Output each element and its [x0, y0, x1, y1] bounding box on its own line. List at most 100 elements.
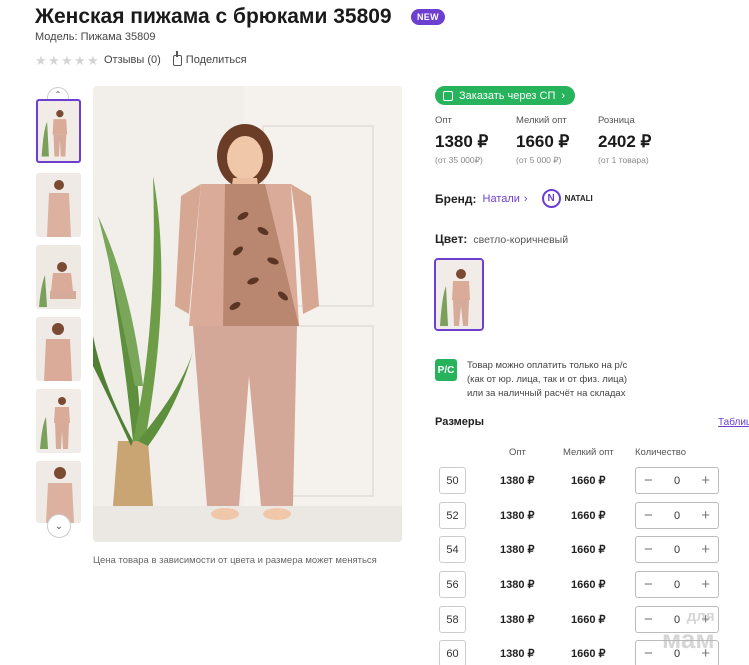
minus-button[interactable]: −: [644, 646, 653, 661]
thumbnail[interactable]: [36, 317, 81, 381]
payment-line: Товар можно оплатить только на р/с: [467, 360, 628, 371]
size-label: 58: [439, 606, 466, 633]
price-small-opt: Мелкий опт 1660 ₽ (от 5 000 ₽): [516, 115, 569, 166]
rating-row: ★ ★ ★ ★ ★ Отзывы (0) Поделиться: [35, 50, 247, 68]
minus-button[interactable]: −: [644, 577, 653, 592]
plus-button[interactable]: +: [701, 577, 710, 592]
star-icon: ★: [48, 52, 60, 68]
price-value: 1380 ₽: [435, 132, 489, 151]
quantity-input[interactable]: 0: [674, 544, 680, 556]
thumbnail[interactable]: [36, 99, 81, 163]
product-image: [93, 86, 402, 542]
small-opt-price: 1660 ₽: [571, 510, 606, 522]
price-value: 2402 ₽: [598, 132, 652, 151]
price-value: 1660 ₽: [516, 132, 570, 151]
quantity-stepper: − 0 +: [635, 467, 719, 494]
order-via-sp-button[interactable]: Заказать через СП ›: [435, 86, 576, 105]
model-label: Модель: Пижама 35809: [35, 31, 156, 43]
thumbnail-image: [36, 317, 81, 381]
thumbnail-image: [36, 389, 81, 453]
plus-button[interactable]: +: [701, 473, 710, 488]
plus-button[interactable]: +: [701, 508, 710, 523]
reviews-link[interactable]: Отзывы (0): [104, 54, 161, 66]
price-condition: (от 5 000 ₽): [516, 155, 562, 165]
column-header-small-opt: Мелкий опт: [563, 447, 614, 458]
chevron-up-icon: ⌃: [54, 90, 62, 99]
brand-row: Бренд: Натали › N NATALI: [435, 189, 593, 208]
quantity-stepper: − 0 +: [635, 502, 719, 529]
size-label: 52: [439, 502, 466, 529]
price-label: Мелкий опт: [516, 115, 567, 126]
color-label: Цвет:: [435, 232, 468, 246]
minus-button[interactable]: −: [644, 542, 653, 557]
order-button-label: Заказать через СП: [459, 89, 556, 102]
price-condition: (от 1 товара): [598, 155, 649, 165]
brand-link[interactable]: Натали: [483, 193, 520, 205]
price-label: Розница: [598, 115, 635, 126]
small-opt-price: 1660 ₽: [571, 648, 606, 660]
thumbnail[interactable]: [36, 245, 81, 309]
opt-price: 1380 ₽: [500, 544, 535, 556]
size-label: 60: [439, 640, 466, 665]
star-icon: ★: [87, 52, 99, 68]
share-label: Поделиться: [185, 54, 247, 66]
opt-price: 1380 ₽: [500, 475, 535, 487]
thumbnail[interactable]: [36, 173, 81, 237]
star-icon: ★: [35, 52, 47, 68]
quantity-input[interactable]: 0: [674, 510, 680, 522]
thumbnail-image: [36, 245, 81, 309]
chevron-down-icon: ⌄: [54, 520, 64, 532]
thumbnail-image: [36, 173, 81, 237]
sizes-title: Размеры: [435, 416, 485, 428]
page-title: Женская пижама с брюками 35809: [35, 5, 392, 28]
color-value: светло-коричневый: [473, 234, 569, 246]
share-icon: [172, 50, 182, 66]
minus-button[interactable]: −: [644, 612, 653, 627]
rating-stars[interactable]: ★ ★ ★ ★ ★: [35, 52, 99, 68]
column-header-qty: Количество: [635, 447, 687, 458]
price-note: Цена товара в зависимости от цвета и раз…: [93, 555, 377, 566]
quantity-stepper: − 0 +: [635, 536, 719, 563]
opt-price: 1380 ₽: [500, 510, 535, 522]
swatch-image: [436, 260, 482, 329]
main-product-photo[interactable]: [93, 86, 402, 542]
watermark-line: мам: [662, 624, 715, 654]
column-header-opt: Опт: [509, 447, 526, 458]
price-condition: (от 35 000₽): [435, 155, 483, 165]
price-retail: Розница 2402 ₽ (от 1 товара): [598, 115, 651, 165]
payment-info: Товар можно оплатить только на р/с (как …: [467, 359, 627, 401]
brand-logo-icon: N: [541, 189, 561, 208]
small-opt-price: 1660 ₽: [571, 614, 606, 626]
plus-button[interactable]: +: [701, 542, 710, 557]
opt-price: 1380 ₽: [500, 648, 535, 660]
star-icon: ★: [61, 52, 73, 68]
small-opt-price: 1660 ₽: [571, 579, 606, 591]
minus-button[interactable]: −: [644, 508, 653, 523]
star-icon: ★: [74, 52, 86, 68]
thumbnail-image: [38, 101, 79, 161]
small-opt-price: 1660 ₽: [571, 544, 606, 556]
price-label: Опт: [435, 115, 452, 126]
size-table-link[interactable]: Таблиц: [718, 417, 749, 428]
quantity-input[interactable]: 0: [674, 579, 680, 591]
payment-icon: P/C: [435, 359, 457, 381]
small-opt-price: 1660 ₽: [571, 475, 606, 487]
brand-logo[interactable]: N NATALI: [541, 189, 593, 208]
bag-icon: [443, 90, 453, 101]
quantity-stepper: − 0 +: [635, 571, 719, 598]
watermark: для мам: [662, 606, 715, 652]
thumbs-down-arrow[interactable]: ⌄: [47, 514, 71, 538]
brand-label: Бренд:: [435, 191, 477, 206]
payment-line: или за наличный расчёт на складах: [467, 388, 626, 399]
size-label: 54: [439, 536, 466, 563]
minus-button[interactable]: −: [644, 473, 653, 488]
thumbnail[interactable]: [36, 389, 81, 453]
brand-logo-text: NATALI: [564, 194, 593, 203]
color-swatch-selected[interactable]: [434, 258, 484, 331]
payment-line: (как от юр. лица, так и от физ. лица): [467, 374, 628, 385]
size-label: 56: [439, 571, 466, 598]
share-button[interactable]: Поделиться: [172, 50, 247, 66]
chevron-right-icon: ›: [523, 192, 528, 205]
opt-price: 1380 ₽: [500, 614, 535, 626]
quantity-input[interactable]: 0: [674, 475, 680, 487]
